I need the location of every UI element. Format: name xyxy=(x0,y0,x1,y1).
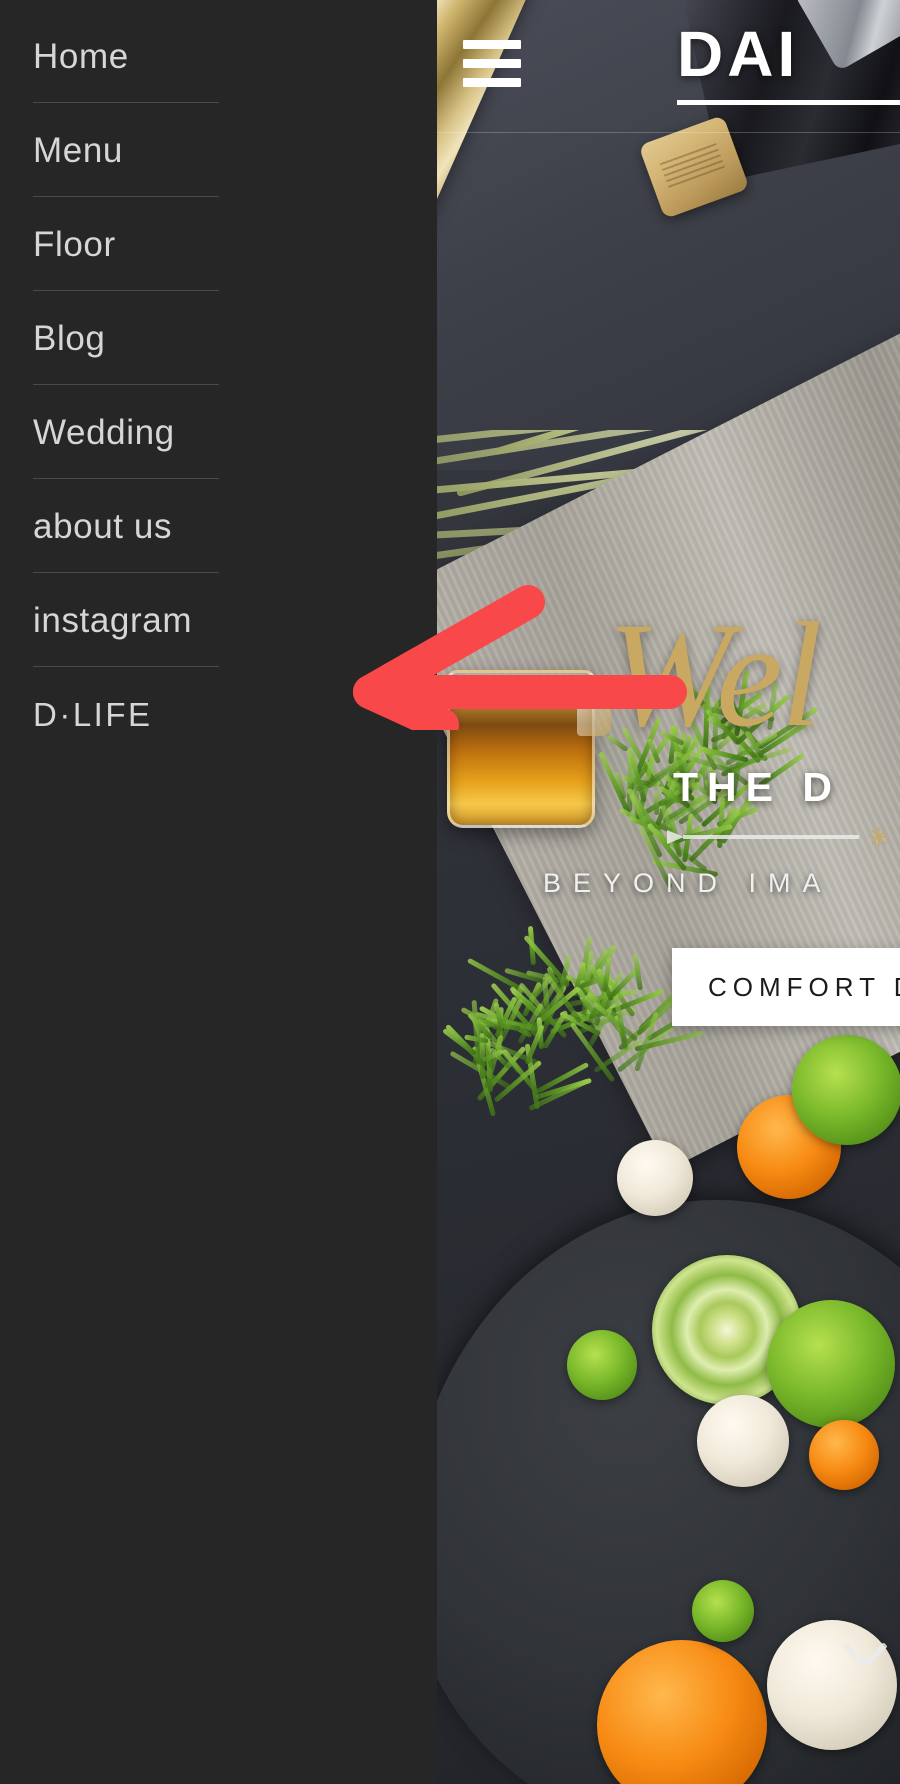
brand-logo-text: DAI xyxy=(677,22,900,86)
chevron-down-icon[interactable] xyxy=(846,1646,886,1686)
hero-section: DAI Wel THE D ✳ BEYOND IMA COMFORT DI xyxy=(437,0,900,1784)
hero-headline: THE D xyxy=(673,767,841,808)
divider-line xyxy=(683,835,859,839)
sidebar-item-label: Blog xyxy=(33,321,105,356)
sidebar-item-label: Home xyxy=(33,39,129,74)
sidebar-item-about-us[interactable]: about us xyxy=(0,479,437,573)
star-icon: ✳ xyxy=(867,824,890,852)
brand-logo[interactable]: DAI xyxy=(677,22,900,105)
sidebar-item-blog[interactable]: Blog xyxy=(0,291,437,385)
vegetable-slice xyxy=(697,1395,789,1487)
vegetable-slice xyxy=(767,1300,895,1428)
nav-list: Home Menu Floor Blog Wedding about us in… xyxy=(0,0,437,761)
sidebar-item-instagram[interactable]: instagram xyxy=(0,573,437,667)
vegetable-slice xyxy=(792,1035,900,1145)
vegetable-slice xyxy=(692,1580,754,1642)
sidebar-item-floor[interactable]: Floor xyxy=(0,197,437,291)
sidebar-item-label: about us xyxy=(33,509,172,544)
brand-logo-underline xyxy=(677,100,900,105)
sidebar-item-dlife[interactable]: D·LIFE xyxy=(0,667,437,761)
sidebar-item-label: D·LIFE xyxy=(33,698,153,731)
site-navigation-drawer: Home Menu Floor Blog Wedding about us in… xyxy=(0,0,437,1784)
sidebar-item-label: Wedding xyxy=(33,415,175,450)
hamburger-bar-2 xyxy=(463,59,521,68)
hamburger-bar-3 xyxy=(463,78,521,87)
honey-jar xyxy=(447,670,595,828)
vegetable-slice xyxy=(567,1330,637,1400)
sidebar-item-label: instagram xyxy=(33,603,192,638)
sidebar-item-label: Menu xyxy=(33,133,123,168)
honey-jar-spout xyxy=(577,700,611,736)
sidebar-item-label: Floor xyxy=(33,227,116,262)
comfort-dining-button[interactable]: COMFORT DI xyxy=(672,948,900,1026)
rosemary-needle xyxy=(442,1028,477,1056)
hero-divider: ✳ xyxy=(667,828,900,844)
vegetable-slice xyxy=(617,1140,693,1216)
sidebar-item-menu[interactable]: Menu xyxy=(0,103,437,197)
vegetable-slice xyxy=(809,1420,879,1490)
hamburger-bar-1 xyxy=(463,40,521,49)
sidebar-item-home[interactable]: Home xyxy=(0,9,437,103)
hero-script-text: Wel xyxy=(607,600,820,750)
hamburger-menu-icon[interactable] xyxy=(463,38,521,88)
sidebar-item-wedding[interactable]: Wedding xyxy=(0,385,437,479)
divider-arrow-icon xyxy=(667,830,684,844)
hero-subheadline: BEYOND IMA xyxy=(543,870,833,897)
site-header: DAI xyxy=(437,0,900,133)
